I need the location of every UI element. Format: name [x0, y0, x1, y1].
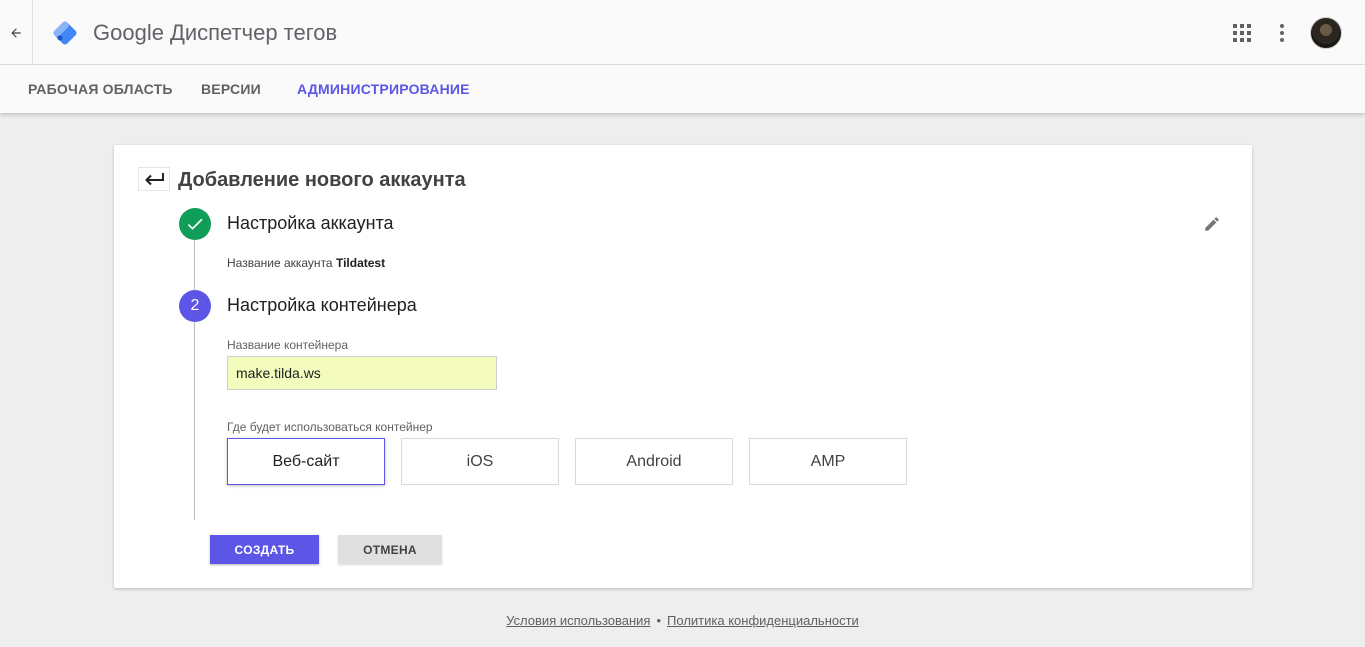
tab-workspace[interactable]: РАБОЧАЯ ОБЛАСТЬ	[28, 81, 173, 97]
back-arrow-button[interactable]	[0, 0, 33, 65]
container-name-input[interactable]	[227, 356, 497, 390]
type-option-ios[interactable]: iOS	[401, 438, 559, 485]
account-name-value: Tildatest	[335, 256, 386, 270]
account-name-label: Название аккаунта	[227, 256, 333, 270]
card-back-button[interactable]	[138, 167, 170, 191]
tab-admin[interactable]: АДМИНИСТРИРОВАНИЕ	[297, 81, 470, 97]
type-option-android[interactable]: Android	[575, 438, 733, 485]
footer-separator: •	[656, 613, 662, 628]
back-arrow-icon	[11, 27, 21, 38]
product-title: Google Диспетчер тегов	[93, 20, 337, 46]
terms-link[interactable]: Условия использования	[506, 613, 650, 628]
create-button[interactable]: СОЗДАТЬ	[210, 535, 319, 564]
return-arrow-icon	[145, 173, 164, 186]
tab-versions[interactable]: ВЕРСИИ	[201, 81, 261, 97]
type-option-amp[interactable]: AMP	[749, 438, 907, 485]
page-title: Добавление нового аккаунта	[178, 169, 466, 191]
type-option-website[interactable]: Веб-сайт	[227, 438, 385, 485]
footer: Условия использования • Политика конфиденц…	[0, 613, 1365, 628]
step-account-title: Настройка аккаунта	[227, 213, 394, 233]
new-account-card: Добавление нового аккаунта Настройка акк…	[114, 145, 1252, 588]
tab-bar: РАБОЧАЯ ОБЛАСТЬ ВЕРСИИ АДМИНИСТРИРОВАНИЕ	[0, 65, 1365, 113]
cancel-button[interactable]: ОТМЕНА	[338, 535, 442, 564]
account-summary: Название аккаунта Tildatest	[227, 256, 385, 270]
step-complete-badge	[179, 208, 211, 240]
privacy-link[interactable]: Политика конфиденциальности	[667, 613, 859, 628]
avatar[interactable]	[1310, 17, 1342, 49]
apps-grid-icon[interactable]	[1233, 24, 1251, 42]
container-name-label: Название контейнера	[227, 338, 349, 352]
brand-product: Диспетчер тегов	[169, 20, 338, 45]
edit-pencil-icon[interactable]	[1203, 215, 1221, 233]
more-vert-icon[interactable]	[1277, 23, 1287, 43]
brand-google: Google	[93, 20, 164, 45]
gtm-logo-icon[interactable]	[50, 18, 80, 48]
top-app-bar: Google Диспетчер тегов	[0, 0, 1365, 65]
check-icon	[187, 218, 203, 230]
step-container-title: Настройка контейнера	[227, 295, 417, 315]
stepper-line	[194, 240, 195, 520]
step-number-badge: 2	[179, 290, 211, 322]
container-usage-label: Где будет использоваться контейнер	[227, 420, 433, 434]
